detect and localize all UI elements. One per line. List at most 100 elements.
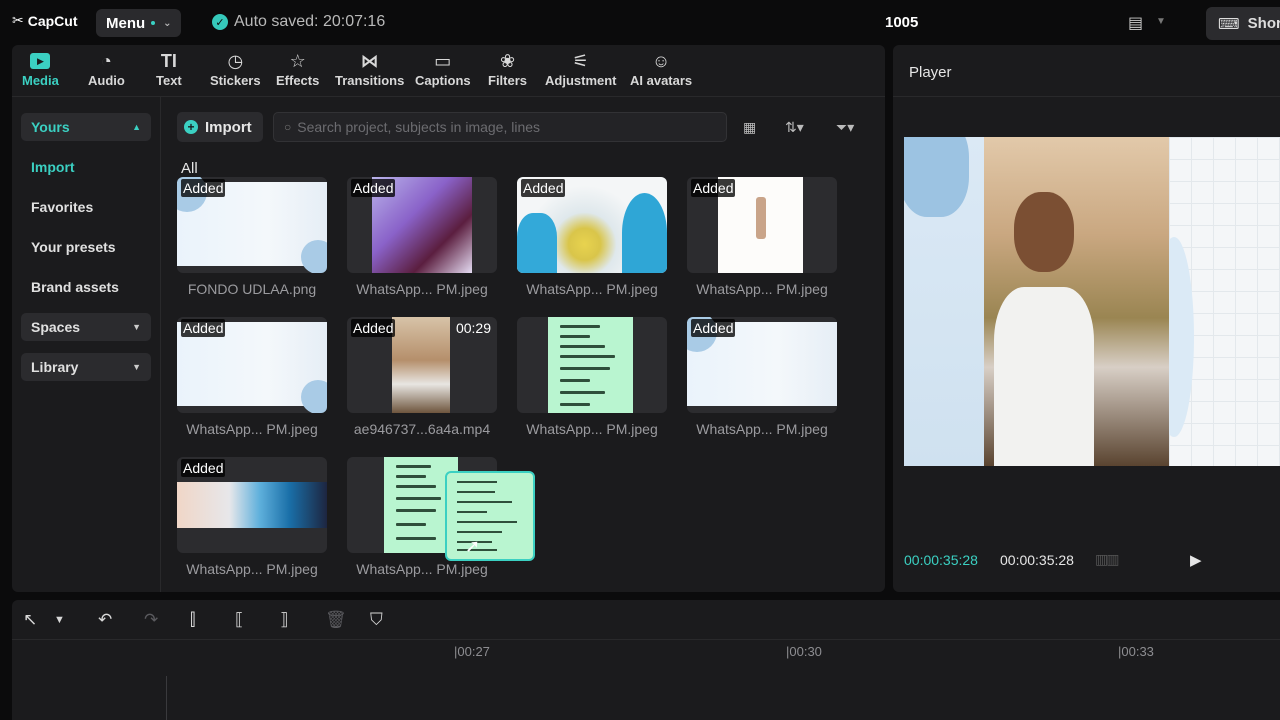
sidebar-item-yours[interactable]: Yours ▲ [21, 113, 151, 141]
transitions-icon: ⋈ [360, 51, 379, 71]
menu-button[interactable]: Menu ⌄ [96, 9, 181, 37]
check-circle-icon: ✓ [212, 14, 228, 30]
tab-filters[interactable]: ❀ Filters [488, 51, 527, 88]
chevron-down-icon: ⌄ [163, 17, 172, 29]
filter-icon[interactable]: ⏷▾ [836, 119, 854, 136]
tab-media[interactable]: ▶ Media [22, 51, 59, 88]
capcut-logo-icon: ✂ [12, 12, 24, 28]
search-box[interactable]: ○ [273, 112, 727, 142]
chevron-down-icon: ▼ [132, 322, 141, 332]
trim-left-icon[interactable]: ⟦ [235, 610, 243, 630]
media-thumbnail[interactable]: Added [177, 177, 327, 273]
split-icon[interactable]: ⫿ [190, 610, 195, 630]
thumbnail-image [392, 317, 450, 413]
import-button[interactable]: + Import [177, 112, 263, 142]
media-thumbnail[interactable]: Added [517, 177, 667, 273]
sidebar-item-brand-assets[interactable]: Brand assets [21, 273, 151, 301]
media-thumbnail[interactable]: Added [177, 457, 327, 553]
thumbnail-image [177, 482, 327, 528]
media-card[interactable]: Added WhatsApp... PM.jpeg [177, 457, 327, 577]
drag-preview [445, 471, 535, 561]
shortcuts-label: Shor [1247, 15, 1280, 32]
media-filename: WhatsApp... PM.jpeg [526, 421, 658, 437]
media-card[interactable]: Added FONDO UDLAA.png [177, 177, 327, 297]
tab-transitions[interactable]: ⋈ Transitions [335, 51, 404, 88]
adjustment-icon: ⚟ [572, 51, 589, 71]
tab-captions[interactable]: ▭ Captions [415, 51, 471, 88]
player-title: Player [909, 64, 952, 81]
tab-label: Captions [415, 73, 471, 88]
chevron-down-icon[interactable]: ▼ [54, 614, 65, 626]
section-label: All [181, 160, 198, 177]
video-preview[interactable] [904, 137, 1280, 466]
timeline-ruler[interactable]: |00:27 |00:30 |00:33 [166, 640, 1280, 664]
autosave-text: Auto saved: 20:07:16 [234, 13, 386, 30]
captions-icon: ▭ [434, 51, 452, 71]
play-icon[interactable]: ▶ [1190, 551, 1202, 569]
stickers-icon: ◷ [227, 51, 244, 71]
mouse-cursor-icon: ➚ [465, 536, 481, 556]
media-card[interactable]: Added 00:29 ae946737...6a4a.mp4 [347, 317, 497, 437]
media-filename: WhatsApp... PM.jpeg [186, 421, 318, 437]
tab-audio[interactable]: ◔ Audio [88, 51, 125, 88]
media-card[interactable]: WhatsApp... PM.jpeg [517, 317, 667, 437]
media-filename: WhatsApp... PM.jpeg [526, 281, 658, 297]
media-thumbnail[interactable]: Added [687, 317, 837, 413]
search-input[interactable] [297, 119, 718, 135]
sidebar-item-spaces[interactable]: Spaces ▼ [21, 313, 151, 341]
tab-adjustment[interactable]: ⚟ Adjustment [545, 51, 617, 88]
layout-icon[interactable]: ▤ [1128, 13, 1143, 33]
sidebar-item-label: Your presets [31, 239, 116, 255]
chevron-down-icon[interactable]: ▼ [1156, 16, 1166, 27]
playhead-line[interactable] [166, 676, 167, 720]
sidebar-item-presets[interactable]: Your presets [21, 233, 151, 261]
added-badge: Added [691, 179, 736, 197]
tab-text[interactable]: TI Text [156, 51, 182, 88]
sidebar-item-label: Brand assets [31, 279, 119, 295]
tab-label: Transitions [335, 73, 405, 88]
media-thumbnail[interactable] [517, 317, 667, 413]
sidebar-item-favorites[interactable]: Favorites [21, 193, 151, 221]
timeline-panel: ↖ ▼ ↶ ↷ ⫿ ⟦ ⟧ 🗑 ⛉ |00:27 |00:30 |00:33 [12, 600, 1280, 720]
added-badge: Added [351, 319, 396, 337]
media-card[interactable]: Added WhatsApp... PM.jpeg [517, 177, 667, 297]
tab-ai-avatars[interactable]: ☺ AI avatars [630, 51, 692, 88]
project-title[interactable]: 1005 [885, 14, 918, 31]
media-thumbnail[interactable]: Added [687, 177, 837, 273]
top-bar: ✂ CapCut Menu ⌄ ✓ Auto saved: 20:07:16 1… [0, 0, 1280, 45]
undo-icon[interactable]: ↶ [98, 610, 112, 630]
autosave-status: ✓ Auto saved: 20:07:16 [212, 13, 385, 31]
shortcuts-button[interactable]: ⌨ Shor [1206, 7, 1280, 40]
trim-right-icon[interactable]: ⟧ [280, 610, 288, 630]
media-card[interactable]: Added WhatsApp... PM.jpeg [347, 177, 497, 297]
chevron-down-icon: ▼ [132, 362, 141, 372]
sidebar-item-library[interactable]: Library ▼ [21, 353, 151, 381]
tick-label: |00:30 [786, 644, 822, 659]
notification-dot [151, 21, 156, 25]
tick-label: |00:33 [1118, 644, 1154, 659]
shield-icon[interactable]: ⛉ [370, 610, 383, 630]
menu-label: Menu [106, 14, 146, 32]
added-badge: Added [181, 319, 226, 337]
player-header: Player [893, 45, 1280, 97]
media-filename: ae946737...6a4a.mp4 [353, 421, 491, 437]
keyboard-icon: ⌨ [1218, 15, 1240, 33]
added-badge: Added [181, 459, 226, 477]
select-cursor-icon[interactable]: ↖ [23, 610, 37, 630]
media-icon: ▶ [30, 53, 51, 69]
delete-icon: 🗑 [325, 610, 347, 629]
media-card[interactable]: Added WhatsApp... PM.jpeg [687, 177, 837, 297]
sort-icon[interactable]: ⇅▾ [785, 119, 804, 136]
grid-view-icon[interactable]: ▦ [743, 119, 756, 136]
media-thumbnail[interactable]: Added [347, 177, 497, 273]
tab-label: Filters [488, 73, 528, 88]
tab-effects[interactable]: ☆ Effects [276, 51, 319, 88]
added-badge: Added [521, 179, 566, 197]
media-card[interactable]: Added WhatsApp... PM.jpeg [687, 317, 837, 437]
media-card[interactable]: Added WhatsApp... PM.jpeg [177, 317, 327, 437]
sidebar-item-import[interactable]: Import [21, 153, 151, 181]
media-thumbnail[interactable]: Added [177, 317, 327, 413]
timeline-bars-icon[interactable]: ▥▥ [1095, 551, 1120, 568]
tab-stickers[interactable]: ◷ Stickers [210, 51, 261, 88]
media-thumbnail[interactable]: Added 00:29 [347, 317, 497, 413]
